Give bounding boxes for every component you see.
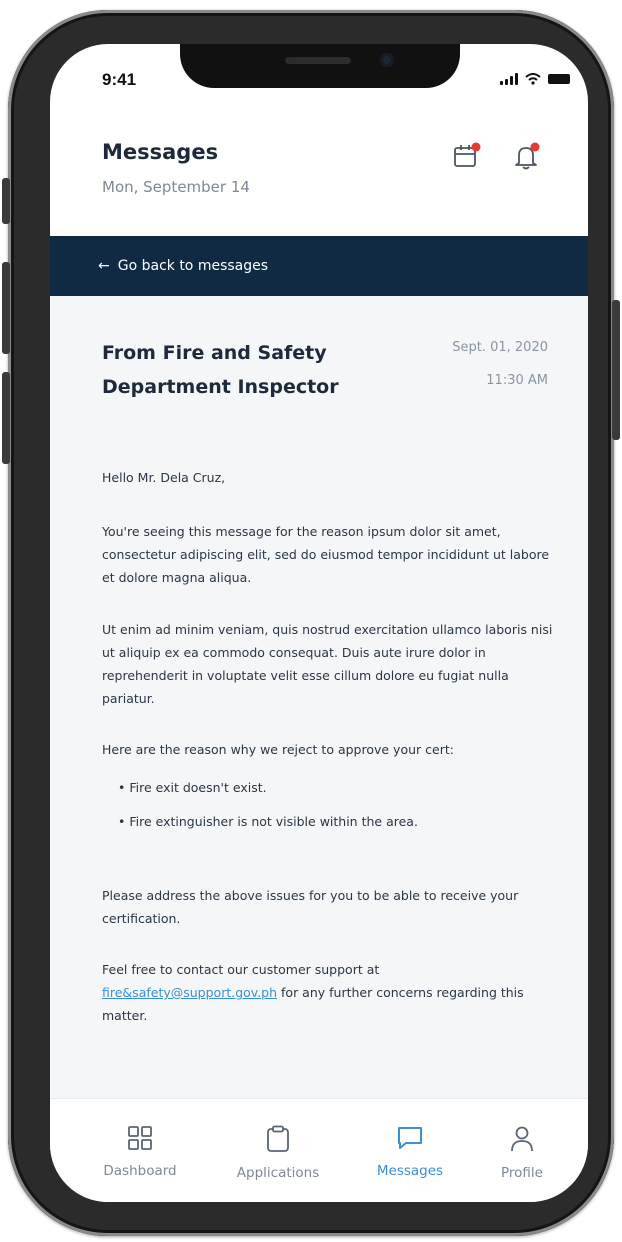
power-button [612, 300, 620, 440]
back-link-label: Go back to messages [117, 258, 269, 274]
wifi-icon [525, 73, 541, 85]
back-to-messages-link[interactable]: ← Go back to messages [50, 236, 588, 296]
contact-prefix: Feel free to contact our customer suppor… [102, 962, 380, 977]
clipboard-icon [267, 1125, 289, 1152]
arrow-left-icon: ← [98, 258, 110, 274]
tab-label: Applications [236, 1165, 320, 1181]
reason-item: • Fire exit doesn't exist. [118, 780, 267, 795]
message-paragraph: Please address the above issues for you … [102, 888, 519, 926]
page-header: Messages Mon, September 14 [50, 136, 588, 236]
volume-up-button [2, 262, 10, 354]
grid-icon [128, 1126, 152, 1150]
message-date: Sept. 01, 2020 [452, 340, 548, 355]
message-time: 11:30 AM [486, 373, 548, 388]
message-paragraph: You're seeing this message for the reaso… [102, 524, 550, 585]
tab-dashboard[interactable]: Dashboard [80, 1125, 200, 1179]
page-title: Messages [102, 140, 219, 164]
status-icons [500, 73, 570, 85]
notification-dot [471, 142, 481, 152]
tab-messages[interactable]: Messages [350, 1125, 470, 1179]
message-sender: From Fire and Safety Department Inspecto… [102, 342, 339, 398]
tab-profile[interactable]: Profile [462, 1125, 582, 1181]
tab-label: Messages [376, 1163, 444, 1179]
tab-label: Profile [501, 1165, 543, 1181]
contact-paragraph: Feel free to contact our customer suppor… [102, 958, 554, 1027]
tab-applications[interactable]: Applications [218, 1125, 338, 1181]
mute-switch [2, 178, 10, 224]
user-icon [511, 1126, 533, 1152]
notch [180, 44, 460, 88]
page-date: Mon, September 14 [102, 178, 250, 196]
speaker-grille [285, 57, 351, 64]
notification-dot [530, 142, 540, 152]
status-time: 9:41 [102, 70, 137, 89]
message-content: From Fire and Safety Department Inspecto… [50, 296, 588, 1098]
tab-label: Dashboard [103, 1163, 177, 1179]
support-email-link[interactable]: fire&safety@support.gov.ph [102, 985, 277, 1000]
bottom-tab-bar: Dashboard Applications Messages Profile [50, 1098, 588, 1202]
message-paragraph: Ut enim ad minim veniam, quis nostrud ex… [102, 622, 553, 706]
phone-screen: 9:41 Messages Mon, September 14 ← Go bac… [50, 44, 588, 1202]
camera-icon [380, 53, 394, 67]
chat-icon [398, 1127, 422, 1149]
reason-item: • Fire extinguisher is not visible withi… [118, 814, 418, 829]
volume-down-button [2, 372, 10, 464]
calendar-icon[interactable] [452, 140, 482, 172]
bell-icon[interactable] [512, 140, 542, 172]
signal-icon [500, 73, 518, 85]
message-greeting: Hello Mr. Dela Cruz, [102, 470, 226, 485]
reasons-intro: Here are the reason why we reject to app… [102, 742, 454, 757]
battery-icon [548, 74, 570, 84]
